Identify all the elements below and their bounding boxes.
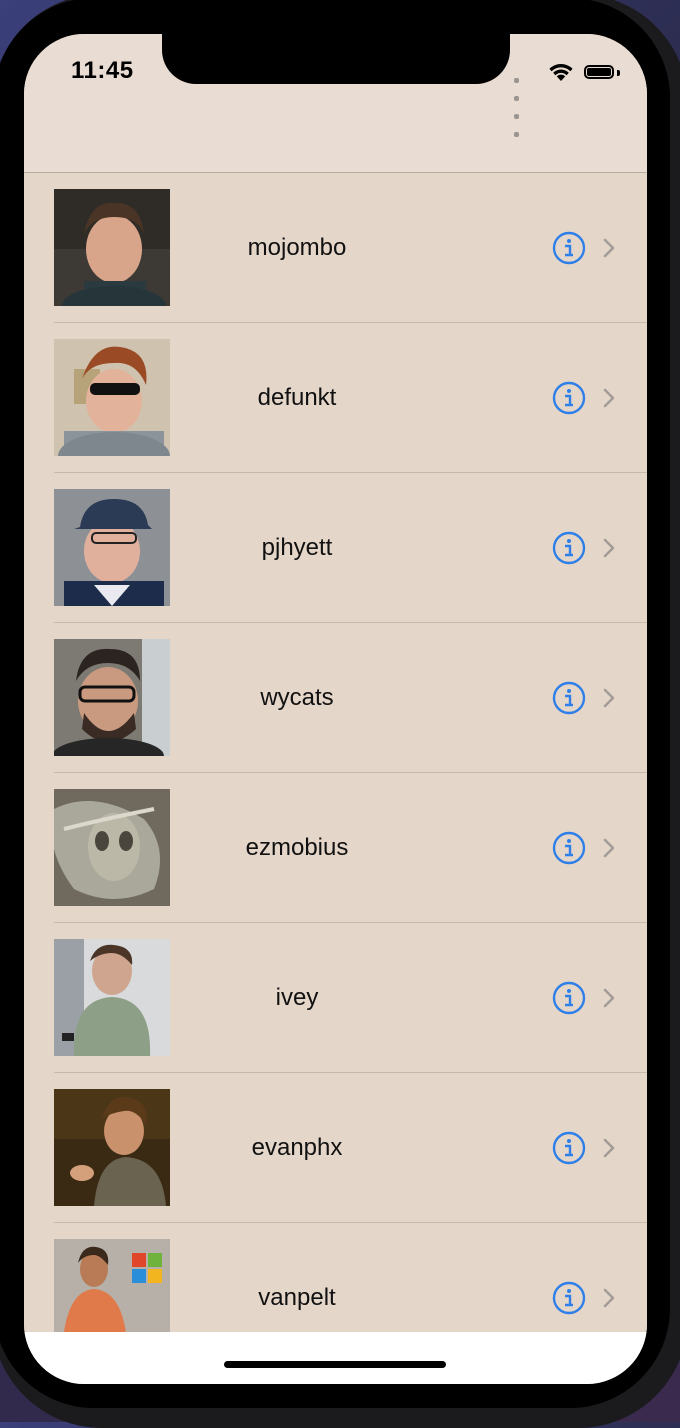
screen: 11:45 mojombo defunkt pjhyett wycats ezm… xyxy=(24,34,647,1384)
list-item[interactable]: ezmobius xyxy=(24,773,647,923)
avatar xyxy=(54,189,170,306)
chevron-right-icon xyxy=(603,538,615,558)
avatar xyxy=(54,339,170,456)
username-label: mojombo xyxy=(247,234,347,261)
list-item[interactable]: pjhyett xyxy=(24,473,647,623)
chevron-right-icon xyxy=(603,838,615,858)
info-icon[interactable] xyxy=(552,531,586,565)
chevron-right-icon xyxy=(603,688,615,708)
username-label: ezmobius xyxy=(245,834,349,861)
avatar xyxy=(54,489,170,606)
info-icon[interactable] xyxy=(552,1131,586,1165)
avatar xyxy=(54,789,170,906)
chevron-right-icon xyxy=(603,238,615,258)
username-label: pjhyett xyxy=(261,534,333,561)
wifi-icon xyxy=(549,64,573,81)
avatar xyxy=(54,639,170,756)
home-indicator-area xyxy=(24,1332,647,1384)
list-item[interactable]: evanphx xyxy=(24,1073,647,1223)
chevron-right-icon xyxy=(603,1138,615,1158)
info-icon[interactable] xyxy=(552,681,586,715)
info-icon[interactable] xyxy=(552,231,586,265)
list-item[interactable]: ivey xyxy=(24,923,647,1073)
cellular-signal-icon xyxy=(514,70,521,142)
battery-icon xyxy=(584,65,614,79)
info-icon[interactable] xyxy=(552,1281,586,1315)
notch xyxy=(162,34,510,84)
info-icon[interactable] xyxy=(552,831,586,865)
info-icon[interactable] xyxy=(552,981,586,1015)
chevron-right-icon xyxy=(603,1288,615,1308)
avatar xyxy=(54,939,170,1056)
list-item[interactable]: wycats xyxy=(24,623,647,773)
username-label: defunkt xyxy=(257,384,337,411)
list-item[interactable]: mojombo xyxy=(24,173,647,323)
username-label: ivey xyxy=(275,984,319,1011)
status-time: 11:45 xyxy=(71,57,134,84)
avatar xyxy=(54,1089,170,1206)
username-label: evanphx xyxy=(251,1134,343,1161)
info-icon[interactable] xyxy=(552,381,586,415)
user-list[interactable]: mojombo defunkt pjhyett wycats ezmobius … xyxy=(24,173,647,1373)
chevron-right-icon xyxy=(603,388,615,408)
username-label: wycats xyxy=(260,684,334,711)
home-indicator[interactable] xyxy=(224,1361,446,1368)
chevron-right-icon xyxy=(603,988,615,1008)
list-item[interactable]: defunkt xyxy=(24,323,647,473)
